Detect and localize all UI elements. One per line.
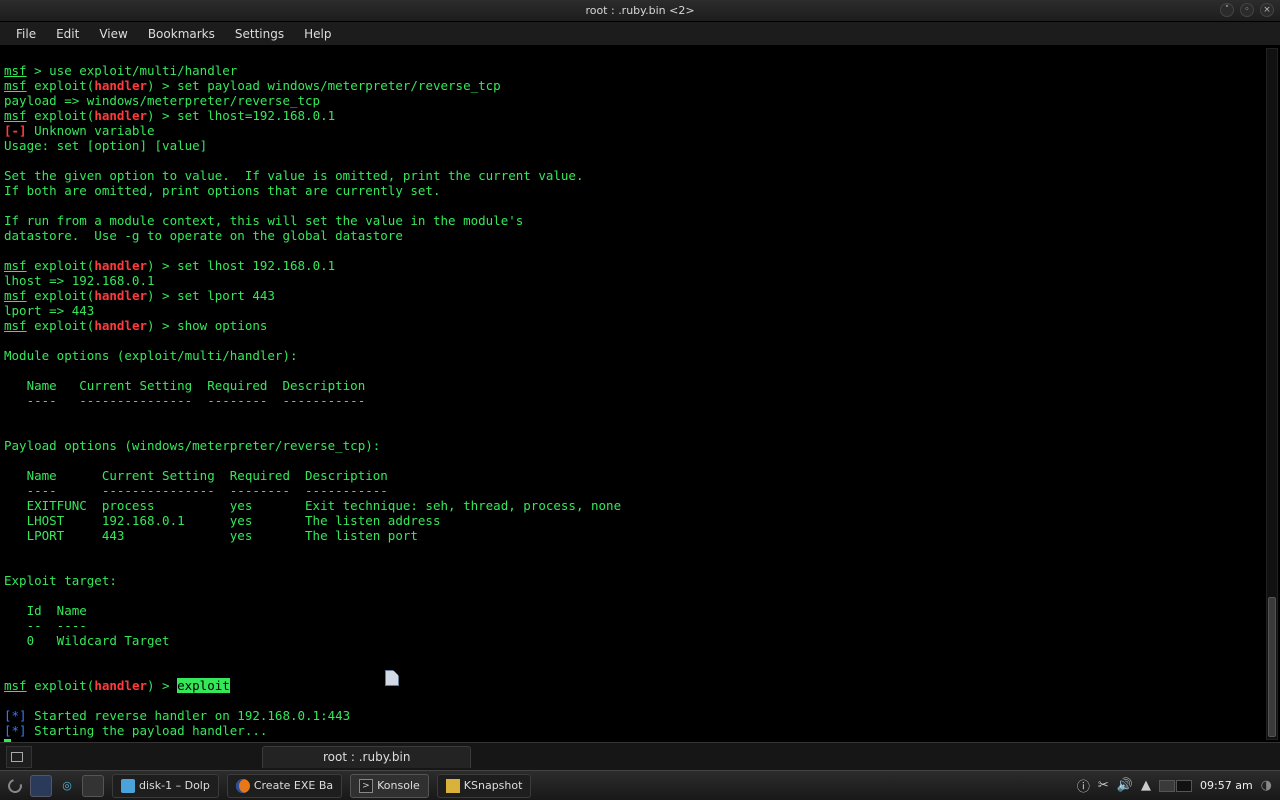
task-dolphin[interactable]: disk-1 – Dolp <box>112 774 219 798</box>
menu-settings[interactable]: Settings <box>225 24 294 44</box>
quicklaunch-1[interactable]: ◎ <box>56 775 78 797</box>
page-icon <box>385 670 399 686</box>
task-label: disk-1 – Dolp <box>139 779 210 792</box>
pager[interactable] <box>1159 780 1192 792</box>
terminal-icon <box>11 752 23 762</box>
maximize-button[interactable]: ◦ <box>1240 3 1254 17</box>
minimize-button[interactable]: ˅ <box>1220 3 1234 17</box>
new-tab-button[interactable] <box>6 746 32 768</box>
terminal-viewport[interactable]: msf > use exploit/multi/handler msf expl… <box>0 46 1280 742</box>
menubar: File Edit View Bookmarks Settings Help <box>0 22 1280 46</box>
system-taskbar: ◎ disk-1 – Dolp Create EXE Ba Konsole KS… <box>0 770 1280 800</box>
cashew-icon[interactable]: ◑ <box>1261 778 1272 793</box>
window-title: root : .ruby.bin <2> <box>585 4 694 17</box>
task-label: Konsole <box>377 779 420 792</box>
task-ksnapshot[interactable]: KSnapshot <box>437 774 532 798</box>
konsole-tabstrip: root : .ruby.bin <box>0 742 1280 770</box>
task-label: KSnapshot <box>464 779 523 792</box>
volume-tray-icon[interactable]: 🔊 <box>1117 778 1133 793</box>
terminal-output[interactable]: msf > use exploit/multi/handler msf expl… <box>0 46 1280 742</box>
show-desktop-button[interactable] <box>30 775 52 797</box>
kickoff-launcher[interactable] <box>4 775 26 797</box>
menu-view[interactable]: View <box>89 24 137 44</box>
tab-label: root : .ruby.bin <box>323 750 410 764</box>
info-tray-icon[interactable]: ⓘ <box>1077 776 1090 795</box>
updates-tray-icon[interactable]: ▲ <box>1141 778 1151 793</box>
menu-file[interactable]: File <box>6 24 46 44</box>
clock[interactable]: 09:57 am <box>1200 779 1253 792</box>
ksnapshot-icon <box>446 779 460 793</box>
menu-help[interactable]: Help <box>294 24 341 44</box>
desktop-1[interactable] <box>1159 780 1175 792</box>
kde-logo-icon <box>6 777 24 795</box>
firefox-icon <box>236 779 250 793</box>
quicklaunch-2[interactable] <box>82 775 104 797</box>
terminal-scrollbar[interactable] <box>1266 48 1278 740</box>
konsole-tab[interactable]: root : .ruby.bin <box>262 746 471 768</box>
task-firefox[interactable]: Create EXE Ba <box>227 774 342 798</box>
konsole-icon <box>359 779 373 793</box>
task-label: Create EXE Ba <box>254 779 333 792</box>
desktop-2[interactable] <box>1176 780 1192 792</box>
scrollbar-thumb[interactable] <box>1268 597 1276 737</box>
window-titlebar: root : .ruby.bin <2> ˅ ◦ × <box>0 0 1280 22</box>
close-button[interactable]: × <box>1260 3 1274 17</box>
menu-bookmarks[interactable]: Bookmarks <box>138 24 225 44</box>
task-konsole[interactable]: Konsole <box>350 774 429 798</box>
folder-icon <box>121 779 135 793</box>
klipper-tray-icon[interactable]: ✂ <box>1098 778 1109 793</box>
menu-edit[interactable]: Edit <box>46 24 89 44</box>
